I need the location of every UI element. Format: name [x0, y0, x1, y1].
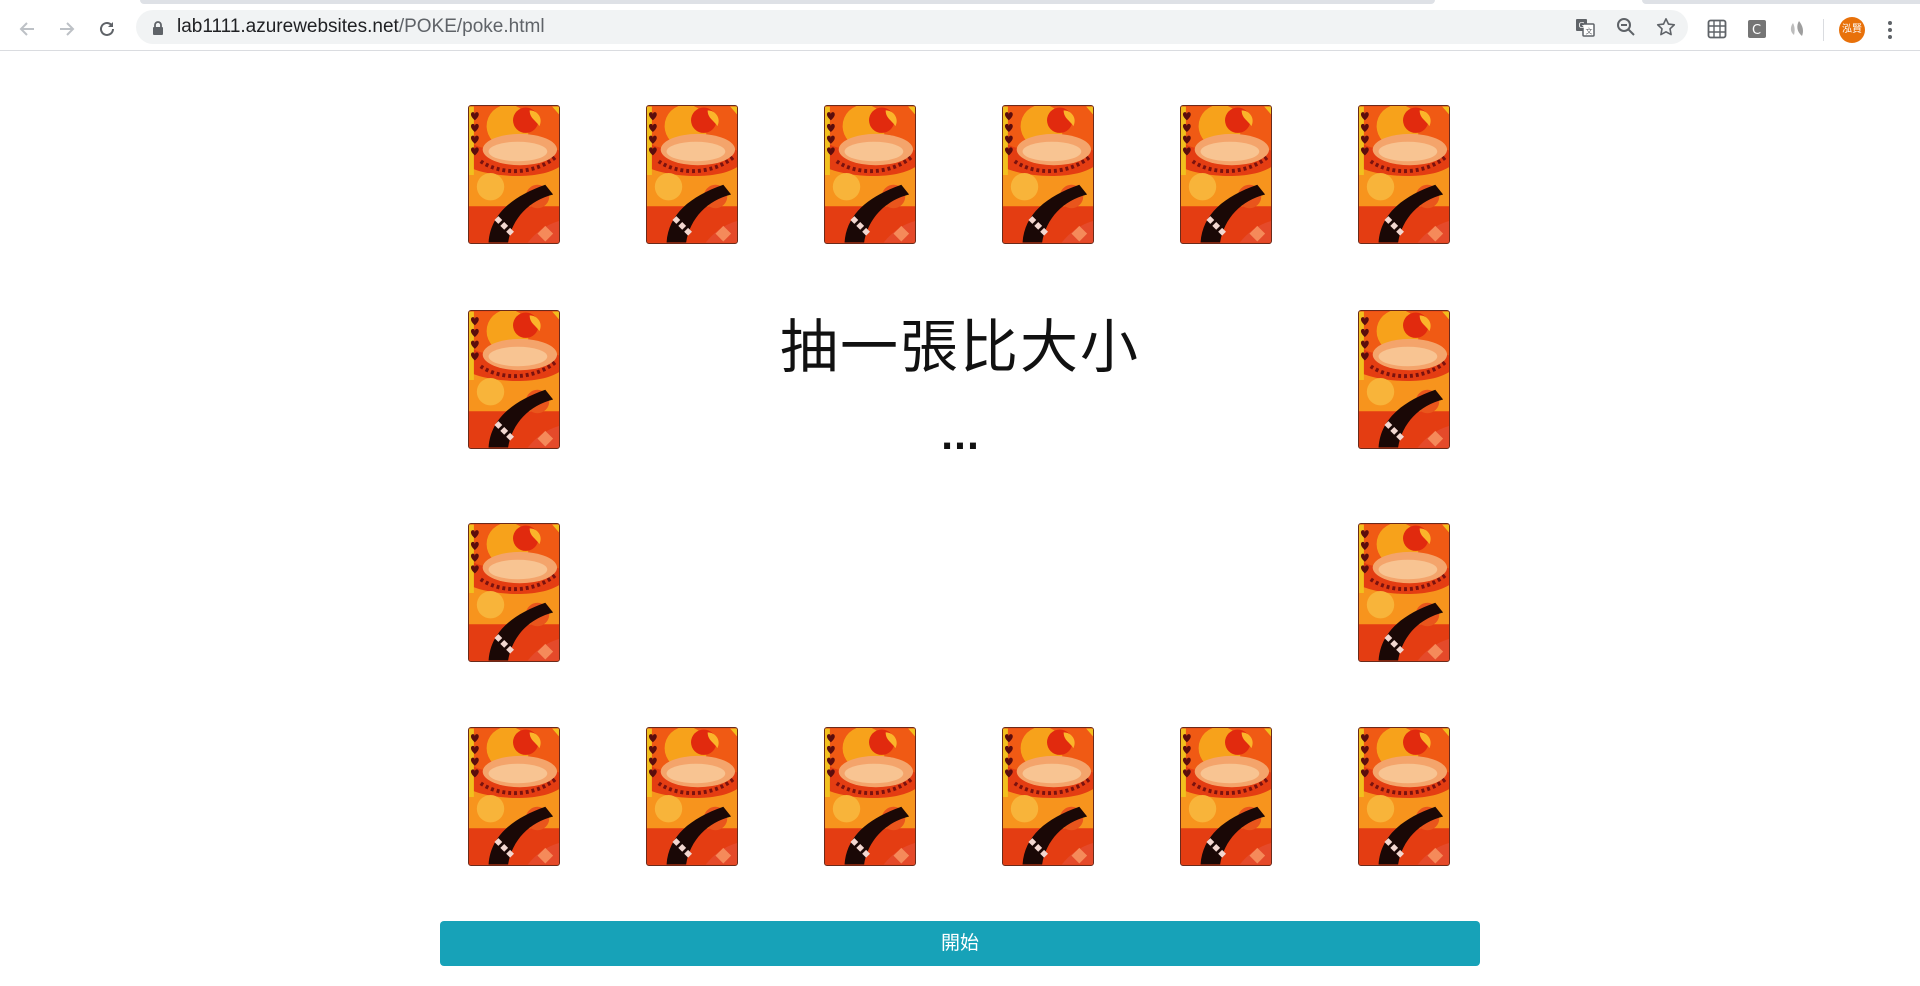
- reload-icon[interactable]: [93, 15, 121, 43]
- card-back[interactable]: [468, 727, 560, 866]
- card-back-image: [1181, 106, 1271, 243]
- card-back[interactable]: [1002, 105, 1094, 244]
- card-back[interactable]: [468, 105, 560, 244]
- svg-text:C: C: [1752, 23, 1761, 38]
- card-back[interactable]: [824, 727, 916, 866]
- card-back[interactable]: [1002, 727, 1094, 866]
- page-title: 抽一張比大小: [779, 313, 1140, 381]
- result-text: ...: [940, 418, 980, 458]
- card-back-image: [825, 728, 915, 865]
- card-back-image: [647, 106, 737, 243]
- lock-icon[interactable]: [151, 20, 165, 35]
- card-back-image: [469, 524, 559, 661]
- card-back-image: [469, 106, 559, 243]
- c-extension-icon[interactable]: C: [1747, 19, 1767, 39]
- profile-avatar[interactable]: 泓賢: [1839, 17, 1865, 43]
- card-back-image: [1181, 728, 1271, 865]
- card-back[interactable]: [824, 105, 916, 244]
- card-back-image: [469, 728, 559, 865]
- card-back[interactable]: [646, 727, 738, 866]
- card-back[interactable]: [1358, 105, 1450, 244]
- start-button[interactable]: 開始: [440, 921, 1480, 966]
- address-bar[interactable]: lab1111.azurewebsites.net/POKE/poke.html…: [136, 10, 1688, 44]
- card-back-image: [1003, 728, 1093, 865]
- svg-text:G: G: [1579, 21, 1585, 30]
- back-arrow-icon[interactable]: [13, 15, 41, 43]
- svg-text:文: 文: [1586, 27, 1593, 36]
- card-back[interactable]: [468, 523, 560, 662]
- card-back[interactable]: [1180, 105, 1272, 244]
- card-back-image: [1003, 106, 1093, 243]
- url-host: lab1111.azurewebsites.net: [177, 16, 399, 37]
- card-back-image: [469, 311, 559, 448]
- card-back-image: [1359, 106, 1449, 243]
- card-back-image: [825, 106, 915, 243]
- card-back[interactable]: [1180, 727, 1272, 866]
- toolbar-divider: [1823, 19, 1824, 41]
- card-back-image: [1359, 311, 1449, 448]
- grid-extension-icon[interactable]: [1707, 19, 1727, 39]
- card-back[interactable]: [646, 105, 738, 244]
- card-back[interactable]: [468, 310, 560, 449]
- card-back[interactable]: [1358, 310, 1450, 449]
- star-icon[interactable]: [1655, 16, 1677, 38]
- card-back[interactable]: [1358, 727, 1450, 866]
- card-back-image: [1359, 524, 1449, 661]
- zoom-out-icon[interactable]: [1615, 16, 1637, 38]
- drop-extension-icon[interactable]: [1787, 19, 1807, 39]
- card-back[interactable]: [1358, 523, 1450, 662]
- translate-icon[interactable]: G文: [1574, 16, 1596, 38]
- browser-toolbar: lab1111.azurewebsites.net/POKE/poke.html…: [0, 4, 1920, 51]
- more-vert-icon[interactable]: [1883, 17, 1897, 43]
- url-path: /POKE/poke.html: [398, 16, 545, 37]
- forward-arrow-icon[interactable]: [53, 15, 81, 43]
- card-back-image: [647, 728, 737, 865]
- url-text[interactable]: lab1111.azurewebsites.net/POKE/poke.html: [177, 10, 545, 44]
- card-back-image: [1359, 728, 1449, 865]
